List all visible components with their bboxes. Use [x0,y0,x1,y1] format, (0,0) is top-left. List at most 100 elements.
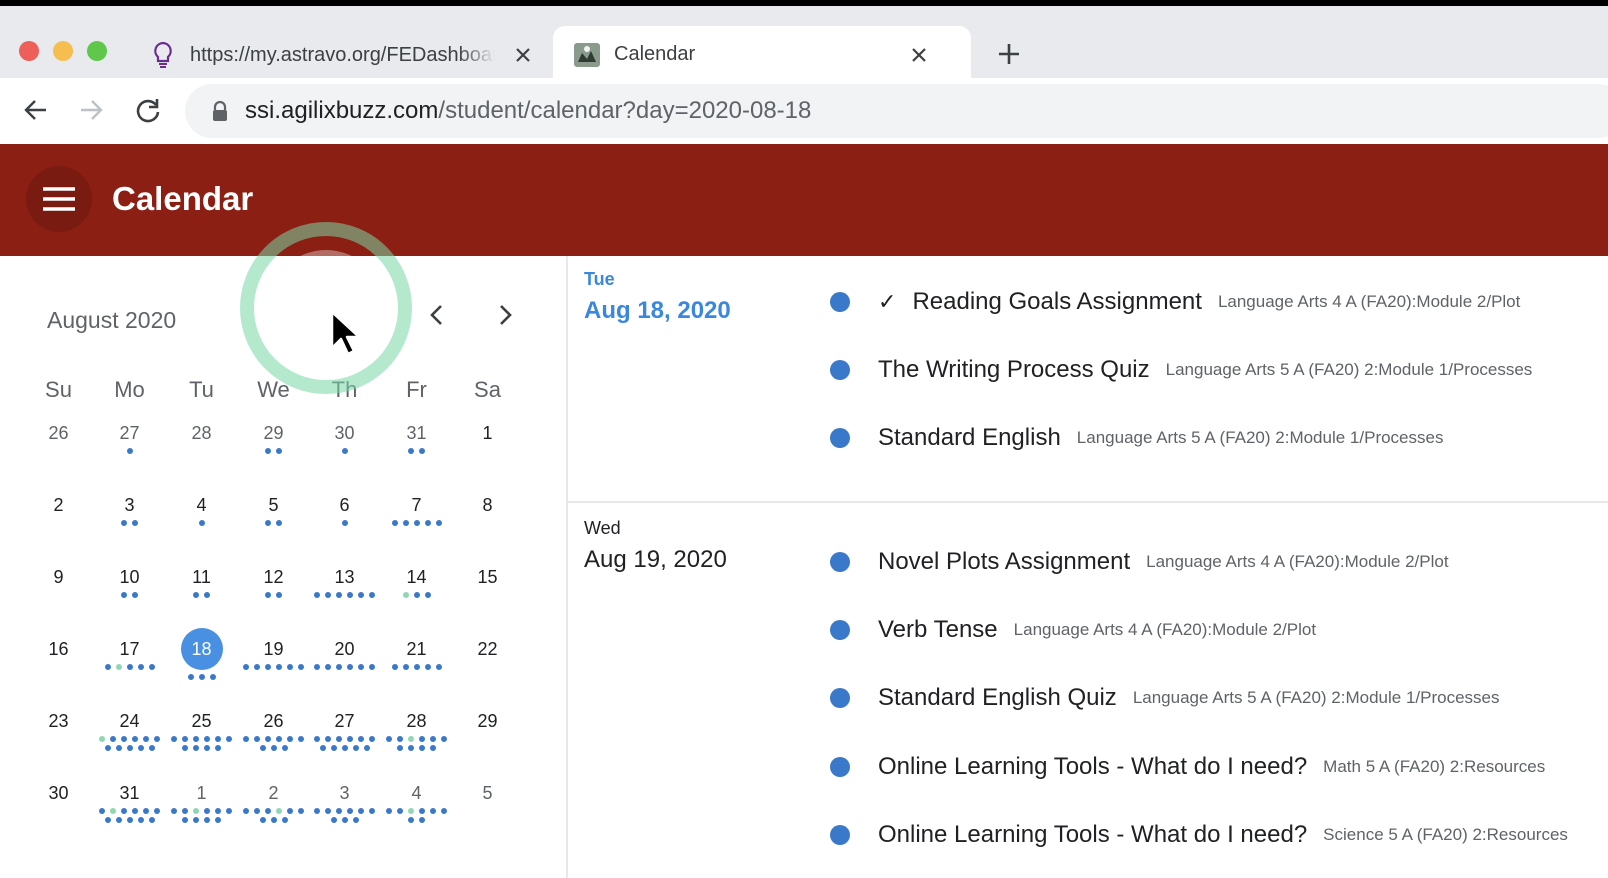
event-dot [369,592,375,598]
calendar-day[interactable]: 3 [93,480,166,550]
calendar-day[interactable]: 11 [165,552,238,622]
event-dots [308,448,381,454]
calendar-day[interactable]: 26 [237,696,310,766]
url-path: /student/calendar?day=2020-08-18 [438,97,812,124]
event-bullet [830,552,850,572]
agenda-event[interactable]: The Writing Process Quiz Language Arts 5 … [830,350,1532,390]
event-dot [126,664,133,670]
agenda-event[interactable]: Online Learning Tools - What do I need? M… [830,747,1545,787]
tab-astravo[interactable]: https://my.astravo.org/FEDashboard [150,40,540,70]
forward-arrow-icon[interactable] [77,96,105,124]
close-tab-icon[interactable] [908,44,930,66]
previous-month-icon[interactable] [422,300,452,330]
address-bar[interactable]: ssi.agilixbuzz.com/student/calendar?day=… [185,84,1608,138]
back-arrow-icon[interactable] [22,96,50,124]
event-dot [121,520,127,526]
calendar-day[interactable]: 30 [22,768,95,838]
calendar-day[interactable]: 28 [380,696,453,766]
event-dot [215,736,221,742]
mouse-cursor-icon [330,310,362,363]
calendar-day[interactable]: 27 [308,696,381,766]
event-dot [270,745,277,751]
day-number: 29 [477,711,498,731]
calendar-day[interactable]: 2 [22,480,95,550]
tab-calendar[interactable]: Calendar [553,26,971,84]
calendar-day[interactable]: 17 [93,624,166,694]
event-dot [325,592,331,598]
agenda-event[interactable]: Online Learning Tools - What do I need? S… [830,815,1568,855]
calendar-day[interactable]: 4 [380,768,453,838]
tab-title: https://my.astravo.org/FEDashboard [190,43,495,66]
calendar-day[interactable]: 20 [308,624,381,694]
calendar-day-selected[interactable]: 18 [165,628,238,698]
event-dot [215,808,221,814]
calendar-day[interactable]: 12 [237,552,310,622]
calendar-day[interactable]: 7 [380,480,453,550]
calendar-day[interactable]: 22 [451,624,524,694]
calendar-day[interactable]: 31 [380,408,453,478]
new-tab-button[interactable] [995,40,1023,68]
calendar-day[interactable]: 1 [165,768,238,838]
calendar-day[interactable]: 6 [308,480,381,550]
calendar-day[interactable]: 14 [380,552,453,622]
minimize-window-button[interactable] [53,41,73,61]
close-window-button[interactable] [19,41,39,61]
calendar-day[interactable]: 10 [93,552,166,622]
calendar-day[interactable]: 30 [308,408,381,478]
calendar-day[interactable]: 31 [93,768,166,838]
event-dot [358,808,364,814]
day-number: 22 [477,639,498,659]
reload-icon[interactable] [134,96,162,124]
event-dot [265,736,271,742]
event-bullet [830,825,850,845]
calendar-day[interactable]: 26 [22,408,95,478]
agenda-event[interactable]: Verb Tense Language Arts 4 A (FA20):Modul… [830,610,1316,650]
calendar-day[interactable]: 5 [237,480,310,550]
event-title: Reading Goals Assignment [912,288,1202,315]
agenda-event[interactable]: Standard English Language Arts 5 A (FA20)… [830,418,1443,458]
calendar-day[interactable]: 29 [237,408,310,478]
close-tab-icon[interactable] [512,44,534,66]
calendar-day[interactable]: 4 [165,480,238,550]
day-number: 12 [263,567,284,587]
calendar-day[interactable]: 9 [22,552,95,622]
event-dot [325,664,331,670]
event-dot [126,448,133,454]
agenda-event[interactable]: ✓ Reading Goals Assignment Language Arts 4… [830,282,1520,322]
calendar-day[interactable]: 21 [380,624,453,694]
agenda-event[interactable]: Novel Plots Assignment Language Arts 4 A … [830,542,1449,582]
event-title: Online Learning Tools - What do I need? [878,753,1308,780]
event-dot [104,664,111,670]
event-dot [154,808,160,814]
menu-icon[interactable] [26,166,92,232]
day-number: 1 [196,783,207,803]
event-dot [265,448,271,454]
calendar-day[interactable]: 2 [237,768,310,838]
event-dots [308,664,381,670]
calendar-day[interactable]: 23 [22,696,95,766]
event-dot [204,808,210,814]
calendar-day[interactable]: 13 [308,552,381,622]
calendar-day[interactable]: 19 [237,624,310,694]
calendar-day[interactable]: 3 [308,768,381,838]
calendar-day[interactable]: 15 [451,552,524,622]
day-number: 11 [192,567,211,587]
event-dot [402,592,409,598]
event-dots [380,664,453,670]
calendar-day[interactable]: 28 [165,408,238,478]
event-dot [154,736,160,742]
agenda-event[interactable]: Standard English Quiz Language Arts 5 A (… [830,678,1499,718]
calendar-day[interactable]: 29 [451,696,524,766]
calendar-day[interactable]: 24 [93,696,166,766]
calendar-day[interactable]: 16 [22,624,95,694]
calendar-day[interactable]: 5 [451,768,524,838]
next-month-icon[interactable] [490,300,520,330]
calendar-day[interactable]: 8 [451,480,524,550]
calendar-day[interactable]: 27 [93,408,166,478]
day-number: 28 [191,423,212,443]
maximize-window-button[interactable] [87,41,107,61]
calendar-day[interactable]: 1 [451,408,524,478]
event-dot [254,808,260,814]
day-divider [568,501,1608,503]
calendar-day[interactable]: 25 [165,696,238,766]
